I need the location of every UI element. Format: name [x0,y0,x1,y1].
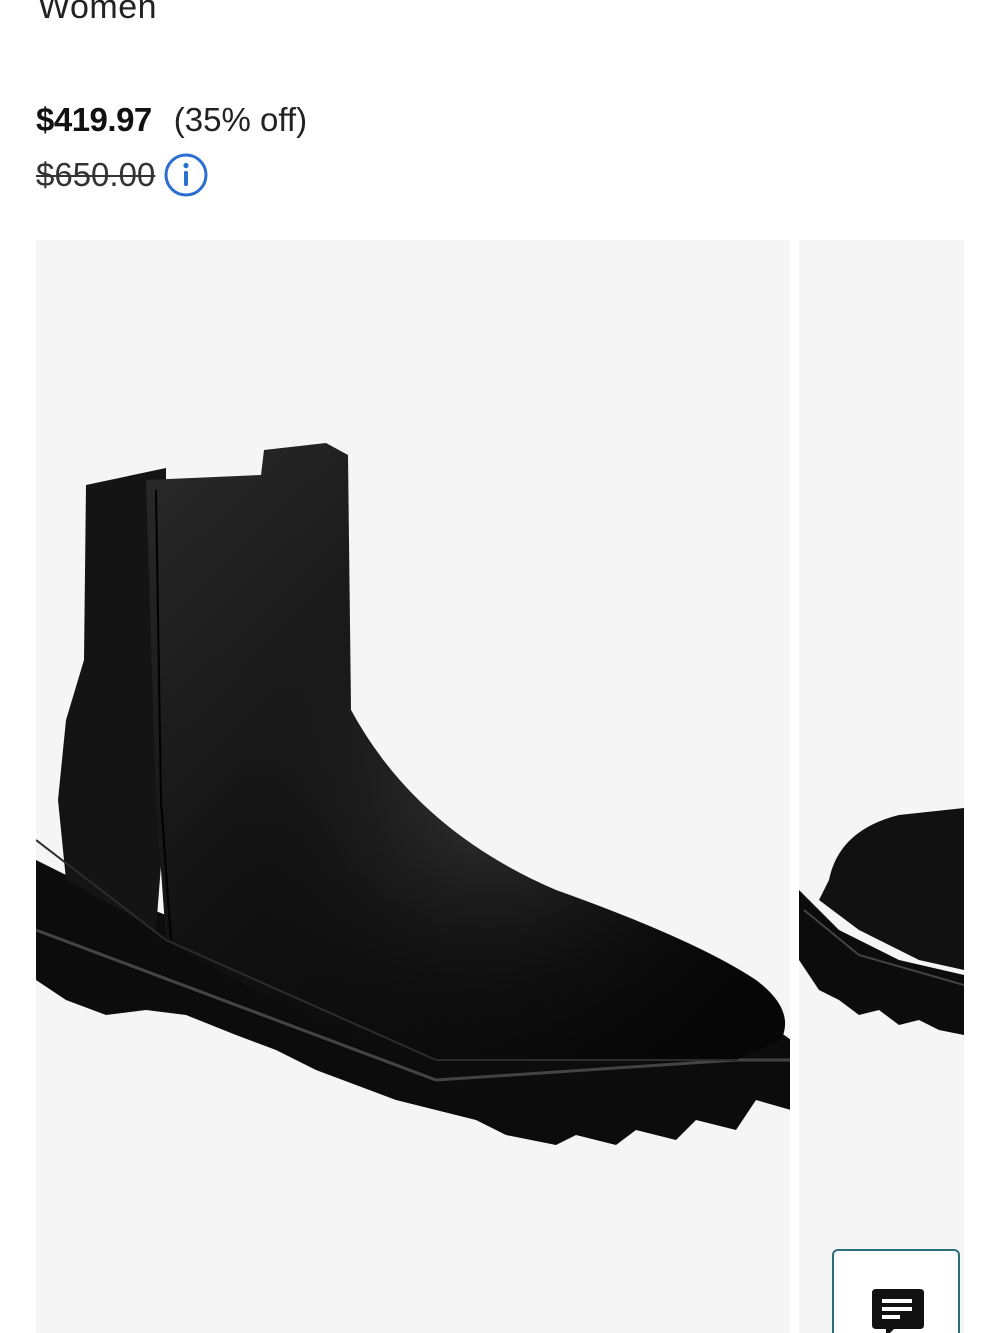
product-page: Women $419.97 (35% off) $650.00 [0,0,1000,1333]
chat-lines-icon [872,1289,924,1333]
chat-button[interactable] [832,1249,960,1333]
product-image-next[interactable] [799,240,964,1333]
discount-percent: (35% off) [173,101,308,138]
product-category: Women [38,0,158,26]
product-image-main[interactable] [36,240,790,1333]
original-price: $650.00 [36,156,156,193]
info-circle-icon [164,153,208,197]
ankle-boot-image-secondary [799,808,964,1035]
price-row: $419.97 (35% off) [36,98,307,142]
ankle-boot-image [36,443,790,1145]
original-price-row: $650.00 [36,150,209,200]
price-info-button[interactable] [163,152,209,198]
sale-price: $419.97 [36,101,152,138]
